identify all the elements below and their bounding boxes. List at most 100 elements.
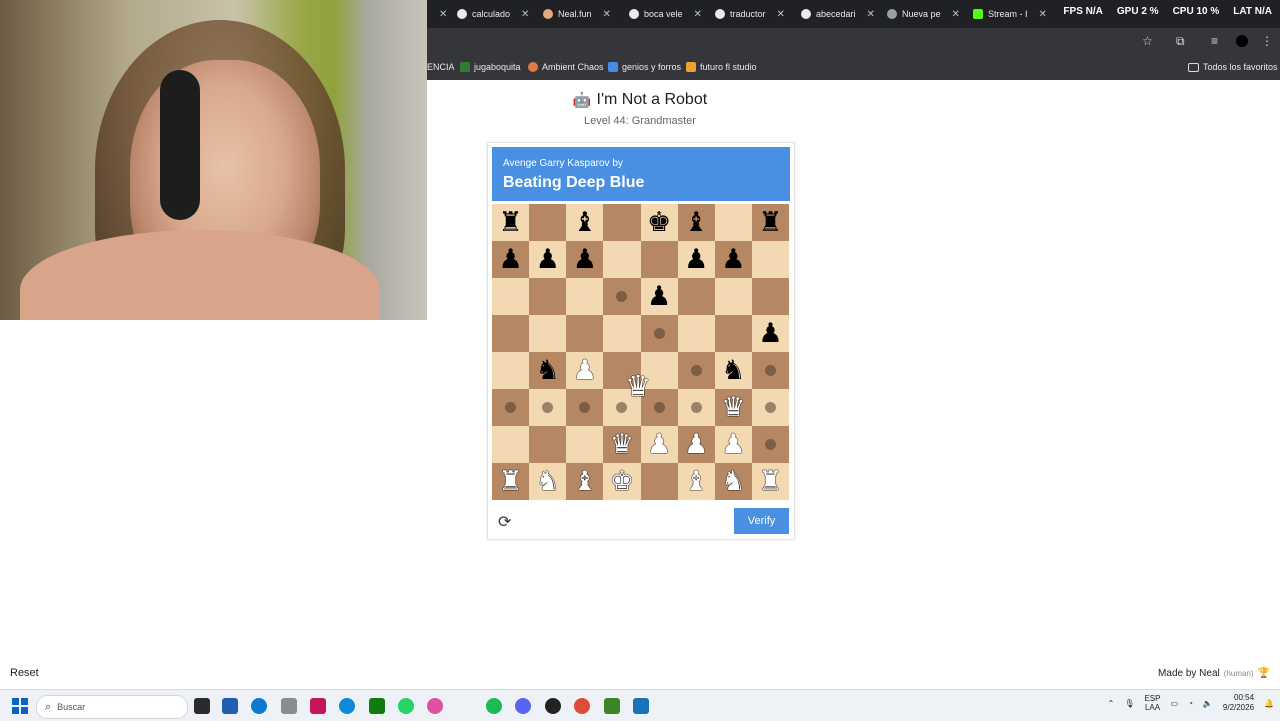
chess-board[interactable]: ♜ ♝ ♚ ♝ ♜ ♟ ♟ ♟ ♟ ♟ ♟ ♟ ♞ ♟ ♞ ♛ ♛ ♟ ♟ ♟ ♜ ♞ ♝ ♚ ♝ ♞ ♜ xyxy=(492,204,789,500)
board-square[interactable] xyxy=(603,204,641,241)
spotify-icon[interactable] xyxy=(486,698,502,714)
bookmark-ambient-chaos[interactable]: Ambient Chaos xyxy=(528,62,604,72)
move-hint-dot[interactable] xyxy=(616,291,628,302)
board-square[interactable] xyxy=(677,352,715,389)
white-rook-piece[interactable]: ♜ xyxy=(758,468,782,495)
wifi-icon[interactable]: ◔ xyxy=(1188,699,1193,708)
board-square[interactable] xyxy=(566,315,604,352)
black-pawn-piece[interactable]: ♟ xyxy=(647,283,671,310)
move-hint-dot[interactable] xyxy=(764,402,776,413)
board-square[interactable]: ♟ xyxy=(492,241,530,278)
board-square[interactable] xyxy=(640,315,678,352)
board-square[interactable] xyxy=(566,426,604,463)
move-hint-dot[interactable] xyxy=(505,402,517,413)
tab-nealfun[interactable]: Neal.fun ✕ xyxy=(543,0,623,28)
tab-stream[interactable]: Stream - I ✕ xyxy=(973,0,1053,28)
obs-icon[interactable] xyxy=(545,698,561,714)
board-square[interactable]: ♜ xyxy=(751,204,789,241)
board-square[interactable]: ♟ xyxy=(640,278,678,315)
menu-icon[interactable]: ⋮ xyxy=(1261,34,1273,48)
all-bookmarks-folder[interactable]: Todos los favoritos xyxy=(1188,62,1278,72)
board-square[interactable] xyxy=(603,278,641,315)
copilot-icon[interactable] xyxy=(427,698,443,714)
white-pawn-piece[interactable]: ♟ xyxy=(573,357,597,384)
store-icon[interactable] xyxy=(222,698,238,714)
black-bishop-piece[interactable]: ♝ xyxy=(573,209,597,236)
move-hint-dot[interactable] xyxy=(616,402,628,413)
tab-close-icon[interactable]: ✕ xyxy=(433,0,447,28)
volume-icon[interactable]: 🔈 xyxy=(1203,699,1213,708)
photos-icon[interactable] xyxy=(633,698,649,714)
board-square[interactable] xyxy=(529,278,567,315)
whatsapp-icon[interactable] xyxy=(398,698,414,714)
minecraft-icon[interactable] xyxy=(604,698,620,714)
black-pawn-piece[interactable]: ♟ xyxy=(758,320,782,347)
close-icon[interactable]: ✕ xyxy=(603,9,611,20)
black-pawn-piece[interactable]: ♟ xyxy=(684,246,708,273)
board-square[interactable]: ♝ xyxy=(566,463,604,500)
white-knight-piece[interactable]: ♞ xyxy=(536,468,560,495)
move-hint-dot[interactable] xyxy=(653,402,665,413)
discord-icon[interactable] xyxy=(515,698,531,714)
black-bishop-piece[interactable]: ♝ xyxy=(684,209,708,236)
move-hint-dot[interactable] xyxy=(690,402,702,413)
white-pawn-piece[interactable]: ♟ xyxy=(684,431,708,458)
board-square[interactable]: ♛ xyxy=(603,426,641,463)
board-square[interactable] xyxy=(677,389,715,426)
board-square[interactable] xyxy=(714,278,752,315)
board-square[interactable] xyxy=(677,315,715,352)
board-square[interactable]: ♞ xyxy=(714,463,752,500)
board-square[interactable]: ♚ xyxy=(640,204,678,241)
profile-avatar[interactable] xyxy=(1236,35,1248,47)
board-square[interactable] xyxy=(677,278,715,315)
white-bishop-piece[interactable]: ♝ xyxy=(684,468,708,495)
board-square[interactable]: ♚ xyxy=(603,463,641,500)
move-hint-dot[interactable] xyxy=(690,365,702,376)
black-rook-piece[interactable]: ♜ xyxy=(758,209,782,236)
board-square[interactable] xyxy=(640,463,678,500)
board-square[interactable]: ♜ xyxy=(751,463,789,500)
board-square[interactable]: ♟ xyxy=(677,241,715,278)
board-square[interactable]: ♝ xyxy=(677,204,715,241)
taskbar-search[interactable]: ⌕ Buscar xyxy=(36,695,188,719)
black-knight-piece[interactable]: ♞ xyxy=(721,357,745,384)
battery-icon[interactable]: ▭ xyxy=(1171,699,1179,708)
board-square[interactable]: ♟ xyxy=(566,352,604,389)
black-knight-piece[interactable]: ♞ xyxy=(536,357,560,384)
board-square[interactable] xyxy=(529,426,567,463)
reset-link[interactable]: Reset xyxy=(10,667,39,679)
board-square[interactable]: ♜ xyxy=(492,463,530,500)
tab-traductor[interactable]: traductor ✕ xyxy=(715,0,795,28)
refresh-icon[interactable]: ⟳ xyxy=(498,512,511,532)
bookmark-genios-y-forros[interactable]: genios y forros xyxy=(608,62,681,72)
board-square[interactable]: ♟ xyxy=(677,426,715,463)
edge-icon[interactable] xyxy=(339,698,355,714)
board-square[interactable] xyxy=(714,204,752,241)
board-square[interactable]: ♝ xyxy=(677,463,715,500)
tab-nueva-pestana[interactable]: Nueva pe ✕ xyxy=(887,0,967,28)
language-indicator[interactable]: ESP LAA xyxy=(1145,694,1161,712)
board-square[interactable] xyxy=(566,278,604,315)
board-square[interactable]: ♞ xyxy=(714,352,752,389)
board-square[interactable]: ♟ xyxy=(566,241,604,278)
white-bishop-piece[interactable]: ♝ xyxy=(573,468,597,495)
board-square[interactable] xyxy=(751,278,789,315)
close-icon[interactable]: ✕ xyxy=(867,9,875,20)
move-hint-dot[interactable] xyxy=(542,402,554,413)
board-square[interactable] xyxy=(492,426,530,463)
board-square[interactable]: ♟ xyxy=(529,241,567,278)
fl-studio-icon[interactable] xyxy=(310,698,326,714)
board-square[interactable] xyxy=(751,352,789,389)
board-square[interactable] xyxy=(492,352,530,389)
move-hint-dot[interactable] xyxy=(579,402,591,413)
black-pawn-piece[interactable]: ♟ xyxy=(721,246,745,273)
notifications-icon[interactable]: 🔔 xyxy=(1264,699,1274,708)
tab-calculadora[interactable]: calculado ✕ xyxy=(457,0,537,28)
bookmark-encia[interactable]: ENCIA xyxy=(427,62,455,72)
mouse-app-icon[interactable] xyxy=(281,698,297,714)
chrome-icon[interactable] xyxy=(574,698,590,714)
white-knight-piece[interactable]: ♞ xyxy=(721,468,745,495)
board-square[interactable] xyxy=(492,389,530,426)
white-rook-piece[interactable]: ♜ xyxy=(498,468,522,495)
close-icon[interactable]: ✕ xyxy=(777,9,785,20)
